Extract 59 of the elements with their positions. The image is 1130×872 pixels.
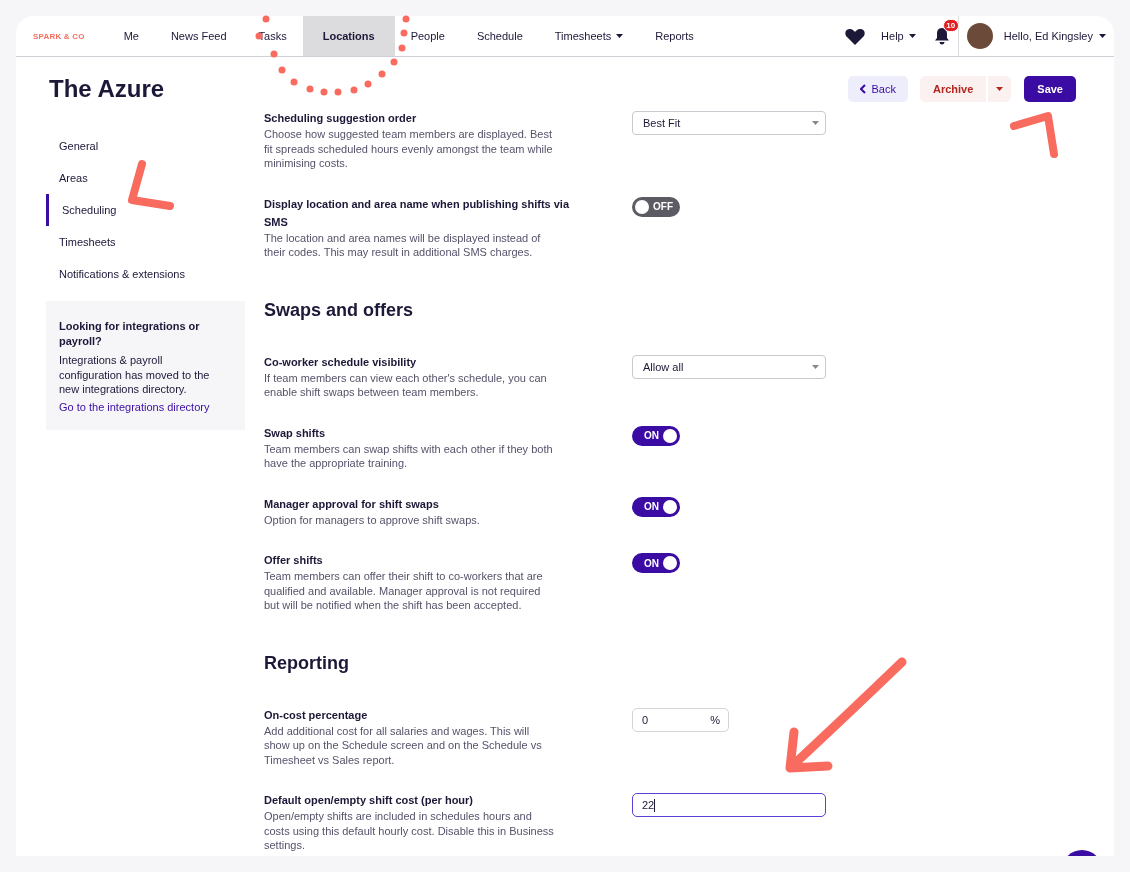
sidebar-item[interactable]: Areas [46,162,245,194]
callout-title: Looking for integrations or payroll? [59,319,201,348]
sidebar-item[interactable]: Scheduling [46,194,245,226]
setting-title: Scheduling suggestion order [264,111,418,126]
setting-description: Option for managers to approve shift swaps. [264,512,481,527]
heart-icon[interactable] [845,27,866,45]
user-menu[interactable]: Hello, Ed Kingsley [1003,30,1106,42]
caret-icon [616,34,624,38]
avatar[interactable] [966,23,993,49]
nav-tab[interactable]: Timesheets [538,16,640,56]
select-dropdown[interactable]: Allow all [632,354,826,379]
setting-title: Offer shifts [264,553,324,568]
notification-bell-icon[interactable] [933,27,950,45]
callout-text: Integrations & payroll configuration has moved to the new integrations directory. [59,353,211,397]
select-dropdown[interactable]: Best Fit [632,111,826,135]
back-button[interactable]: Back [848,76,908,102]
save-button[interactable]: Save [1024,76,1076,102]
setting-description: Choose how suggested team members are displayed. Best fit spreads scheduled hours evenly amongst the team while minimising costs. [264,127,554,171]
help-menu[interactable]: Help [881,30,916,42]
caret-icon [908,34,916,38]
setting-description: Add additional cost for all salaries and wages. This will show up on the Schedule screen and on the Schedule vs Timesheet vs Sales report. [264,723,543,767]
section-heading: Swaps and offers [264,299,415,321]
nav-tab[interactable]: Reports [639,16,710,56]
section-heading: Reporting [264,652,350,674]
toggle-switch[interactable]: OFF [632,196,680,217]
input-field[interactable]: 22 [632,793,826,817]
setting-description: If team members can view each other's schedule, you can enable shift swaps between team members. [264,370,548,400]
setting-description: Team members can offer their shift to co-workers that are qualified and available. Manager approval is not required but will be notified when the shift has been accepted. [264,569,544,613]
setting-description: The location and area names will be displayed instead of their codes. This may result in additional SMS charges. [264,230,542,260]
toggle-switch[interactable]: ON [632,425,680,446]
caret-icon [812,121,819,125]
page-title: The Azure [49,75,166,103]
setting-title: Swap shifts [264,425,327,441]
sidebar-item[interactable]: General [46,130,245,162]
chevron-left-icon [860,84,867,94]
setting-description: Open/empty shifts are included in schedules hours and costs using this default hourly cost. Disable this in Business settings. [264,809,555,853]
archive-dropdown-button[interactable] [988,76,1012,102]
nav-tab[interactable]: Schedule [460,16,539,56]
nav-tab[interactable]: Me [107,16,155,56]
nav-tab[interactable]: People [394,16,461,56]
caret-icon [996,87,1004,91]
sidebar-item[interactable]: Timesheets [46,226,245,258]
setting-description: Team members can swap shifts with each other if they both have the appropriate training. [264,441,554,471]
nav-tab[interactable]: Locations [302,16,395,56]
toggle-switch[interactable]: ON [632,496,680,517]
integrations-link[interactable]: Go to the integrations directory [59,399,210,414]
caret-icon [812,364,819,369]
caret-icon [1099,34,1106,38]
setting-title: Display location and area name when publishing shifts via SMS [264,196,570,230]
setting-title: Manager approval for shift swaps [264,496,440,512]
notification-count: 10 [942,19,959,32]
input-field[interactable]: 0 % [632,707,729,732]
sidebar-item[interactable]: Notifications & extensions [46,258,245,290]
nav-tab[interactable]: News Feed [154,16,243,56]
toggle-switch[interactable]: ON [632,553,680,573]
setting-title: On-cost percentage [264,707,369,723]
setting-title: Default open/empty shift cost (per hour) [264,793,474,808]
setting-title: Co-worker schedule visibility [264,354,418,370]
archive-button[interactable]: Archive [919,76,987,102]
